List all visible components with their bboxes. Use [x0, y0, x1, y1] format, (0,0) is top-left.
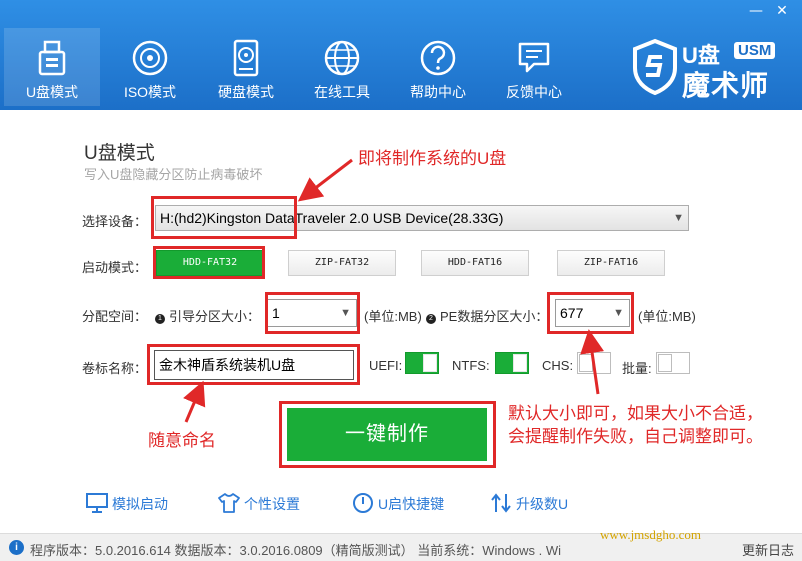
annotation-arrows [183, 158, 605, 423]
monitor-icon [86, 493, 108, 513]
arrow-to-device [297, 158, 353, 202]
info-icon: i [9, 540, 24, 555]
arrow-to-pe-size [580, 329, 605, 395]
watermark: www.jmsdgho.com [600, 527, 701, 542]
upgrade-icon [491, 493, 511, 513]
update-log-link[interactable]: 更新日志 [742, 540, 794, 559]
power-icon [353, 493, 373, 513]
arrow-to-volume [183, 380, 206, 423]
version-info: 程序版本：5.0.2016.614 数据版本：3.0.2016.0809（精简版… [30, 543, 561, 558]
shirt-icon [218, 493, 240, 513]
